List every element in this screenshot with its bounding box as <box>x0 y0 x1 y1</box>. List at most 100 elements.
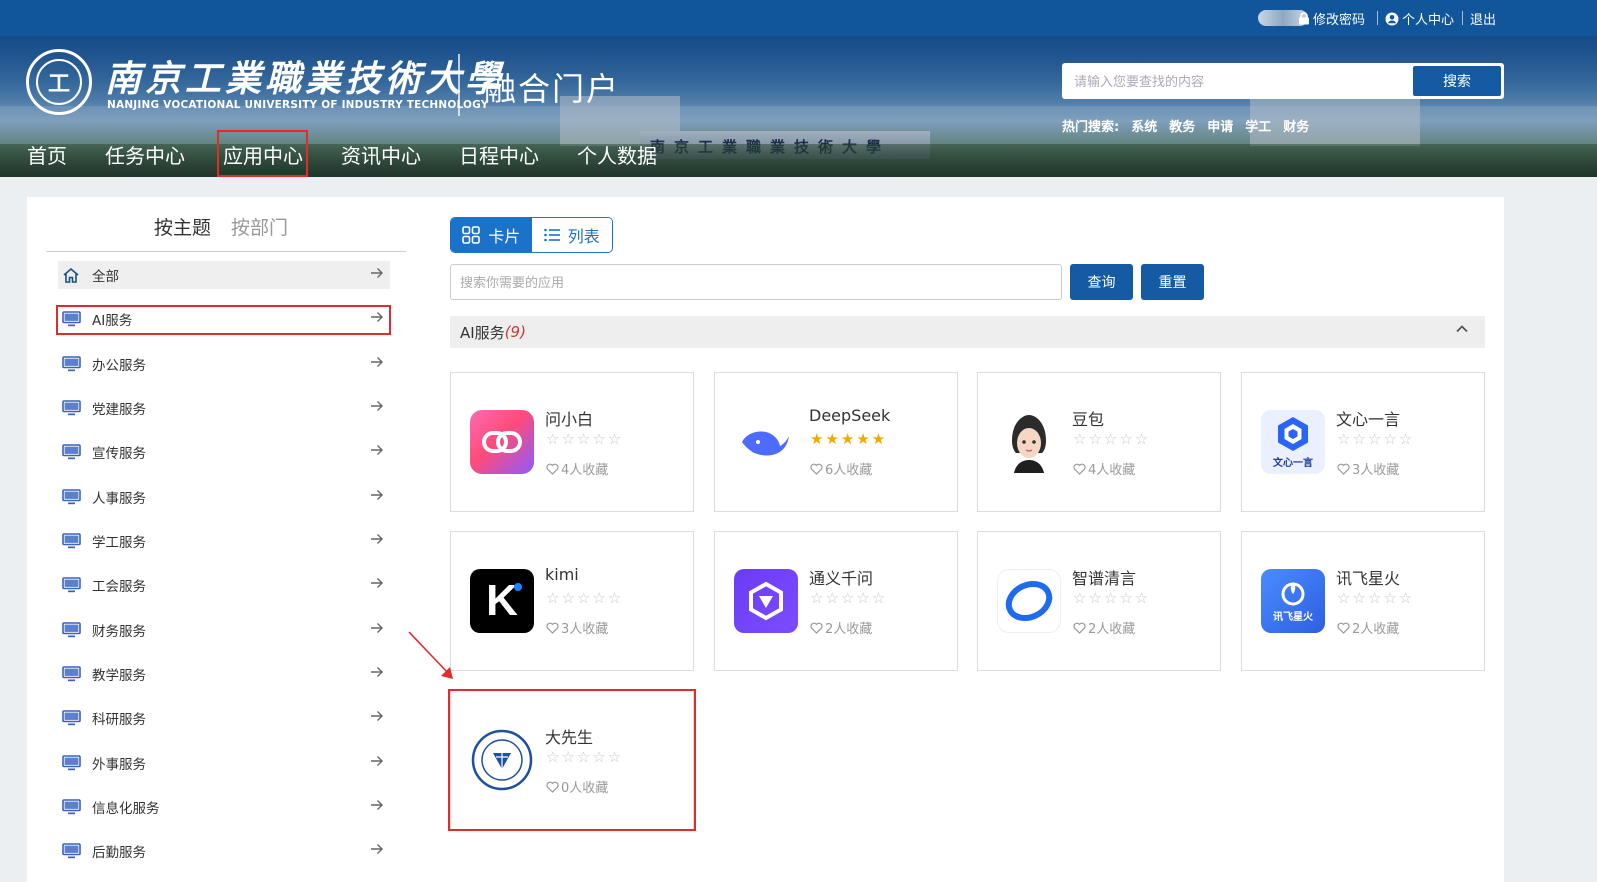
personal-center-link[interactable]: 个人中心 <box>1385 9 1454 28</box>
hot-term[interactable]: 教务 <box>1169 116 1195 135</box>
school-name-en: NANJING VOCATIONAL UNIVERSITY OF INDUSTR… <box>107 99 489 111</box>
sidebar-item-party[interactable]: 党建服务 <box>58 394 390 422</box>
sidebar-item-finance[interactable]: 财务服务 <box>58 616 390 644</box>
app-card-deepseek[interactable]: DeepSeek ★★★★★ 6人收藏 <box>714 372 958 512</box>
topbar-divider <box>1462 11 1463 25</box>
heart-icon <box>810 463 823 475</box>
nav-task-center[interactable]: 任务中心 <box>105 140 185 169</box>
sidebar-item-label: 后勤服务 <box>92 845 146 861</box>
sidebar-item-research[interactable]: 科研服务 <box>58 704 390 732</box>
change-password-label: 修改密码 <box>1313 13 1366 28</box>
nav-app-center[interactable]: 应用中心 <box>223 140 303 169</box>
favorite-count[interactable]: 3人收藏 <box>546 618 608 637</box>
monitor-icon <box>62 799 84 815</box>
arrow-right-icon <box>370 398 384 416</box>
app-card-zhipu[interactable]: 智谱清言 ☆☆☆☆☆ 2人收藏 <box>977 531 1221 671</box>
xunfei-icon: 讯飞星火 <box>1261 569 1325 633</box>
favorite-count[interactable]: 2人收藏 <box>1073 618 1135 637</box>
zju-emblem-icon <box>470 728 534 792</box>
app-card-wenxin[interactable]: 文心一言 文心一言 ☆☆☆☆☆ 3人收藏 <box>1241 372 1485 512</box>
favorite-count[interactable]: 2人收藏 <box>810 618 872 637</box>
global-search-input[interactable] <box>1074 69 1404 93</box>
sidebar-divider <box>46 251 406 252</box>
view-toggle: 卡片 列表 <box>450 217 613 253</box>
sidebar-item-label: 外事服务 <box>92 757 146 773</box>
star-rating[interactable]: ☆☆☆☆☆ <box>1337 589 1414 607</box>
heart-icon <box>546 463 559 475</box>
reset-button[interactable]: 重置 <box>1141 264 1204 300</box>
hot-term[interactable]: 申请 <box>1207 116 1233 135</box>
list-icon <box>543 228 560 242</box>
heart-icon <box>1337 622 1350 634</box>
tab-by-theme[interactable]: 按主题 <box>154 213 211 240</box>
list-view-button[interactable]: 列表 <box>531 218 612 252</box>
app-card-kimi[interactable]: Kkimi ☆☆☆☆☆ 3人收藏 <box>450 531 694 671</box>
section-header-ai[interactable]: AI服务 (9) <box>450 316 1485 348</box>
logout-link[interactable]: 退出 <box>1470 9 1496 28</box>
star-rating[interactable]: ☆☆☆☆☆ <box>546 589 623 607</box>
sidebar-item-union[interactable]: 工会服务 <box>58 571 390 599</box>
favorite-count[interactable]: 0人收藏 <box>546 777 608 796</box>
sidebar-item-student-affairs[interactable]: 学工服务 <box>58 527 390 555</box>
personal-center-label: 个人中心 <box>1402 13 1455 28</box>
app-name: 智谱清言 <box>1072 569 1137 588</box>
star-rating[interactable]: ☆☆☆☆☆ <box>546 430 623 448</box>
nav-home[interactable]: 首页 <box>27 140 67 169</box>
heart-icon <box>1073 463 1086 475</box>
card-view-button[interactable]: 卡片 <box>451 218 532 252</box>
hot-term[interactable]: 系统 <box>1131 116 1157 135</box>
nav-schedule-center[interactable]: 日程中心 <box>459 140 539 169</box>
monitor-icon <box>62 356 84 372</box>
star-rating[interactable]: ★★★★★ <box>810 430 887 448</box>
arrow-right-icon <box>370 487 384 505</box>
monitor-icon <box>62 843 84 859</box>
query-button[interactable]: 查询 <box>1070 264 1133 300</box>
kimi-icon: K <box>470 569 534 633</box>
sidebar-item-label: 宣传服务 <box>92 446 146 462</box>
star-rating[interactable]: ☆☆☆☆☆ <box>1073 430 1150 448</box>
favorite-count[interactable]: 2人收藏 <box>1337 618 1399 637</box>
nav-personal-data[interactable]: 个人数据 <box>577 140 657 169</box>
school-emblem-icon: 工 <box>26 49 92 115</box>
sidebar-item-it[interactable]: 信息化服务 <box>58 793 390 821</box>
sidebar-item-all[interactable]: 全部 <box>58 261 390 289</box>
favorite-count-label: 2人收藏 <box>825 622 873 637</box>
app-name: 文心一言 <box>1336 410 1401 429</box>
sidebar-item-publicity[interactable]: 宣传服务 <box>58 438 390 466</box>
app-search-input[interactable] <box>451 265 1061 299</box>
sidebar-item-label: 学工服务 <box>92 535 146 551</box>
hot-term[interactable]: 学工 <box>1245 116 1271 135</box>
change-password-link[interactable]: 修改密码 <box>1298 9 1365 28</box>
star-rating[interactable]: ☆☆☆☆☆ <box>1337 430 1414 448</box>
hot-term[interactable]: 财务 <box>1283 116 1309 135</box>
top-bar: 修改密码 个人中心 退出 <box>0 0 1597 36</box>
arrow-right-icon <box>370 841 384 859</box>
star-rating[interactable]: ☆☆☆☆☆ <box>810 589 887 607</box>
sidebar-item-hr[interactable]: 人事服务 <box>58 483 390 511</box>
app-card-daxiansheng[interactable]: 大先生 ☆☆☆☆☆ 0人收藏 <box>450 690 694 830</box>
app-card-wenxiaobai[interactable]: 问小白 ☆☆☆☆☆ 4人收藏 <box>450 372 694 512</box>
global-search-button[interactable]: 搜索 <box>1413 66 1501 96</box>
sidebar-item-teaching[interactable]: 教学服务 <box>58 660 390 688</box>
nav-news-center[interactable]: 资讯中心 <box>341 140 421 169</box>
favorite-count[interactable]: 4人收藏 <box>1073 459 1135 478</box>
favorite-count[interactable]: 4人收藏 <box>546 459 608 478</box>
app-card-tongyi[interactable]: 通义千问 ☆☆☆☆☆ 2人收藏 <box>714 531 958 671</box>
grid-icon <box>462 226 481 244</box>
chevron-up-icon[interactable] <box>1455 322 1469 340</box>
sidebar-item-label: 财务服务 <box>92 624 146 640</box>
sidebar-item-office[interactable]: 办公服务 <box>58 350 390 378</box>
sidebar-item-ai[interactable]: AI服务 <box>58 305 390 333</box>
tab-by-department[interactable]: 按部门 <box>231 213 288 240</box>
heart-icon <box>546 622 559 634</box>
app-card-doubao[interactable]: 豆包 ☆☆☆☆☆ 4人收藏 <box>977 372 1221 512</box>
favorite-count[interactable]: 3人收藏 <box>1337 459 1399 478</box>
favorite-count[interactable]: 6人收藏 <box>810 459 872 478</box>
sidebar-item-logistics[interactable]: 后勤服务 <box>58 837 390 865</box>
user-circle-icon <box>1385 12 1399 25</box>
sidebar-tabs: 按主题 按部门 <box>154 213 288 240</box>
sidebar-item-foreign-affairs[interactable]: 外事服务 <box>58 749 390 777</box>
star-rating[interactable]: ☆☆☆☆☆ <box>546 748 623 766</box>
app-card-xunfei[interactable]: 讯飞星火 讯飞星火 ☆☆☆☆☆ 2人收藏 <box>1241 531 1485 671</box>
star-rating[interactable]: ☆☆☆☆☆ <box>1073 589 1150 607</box>
